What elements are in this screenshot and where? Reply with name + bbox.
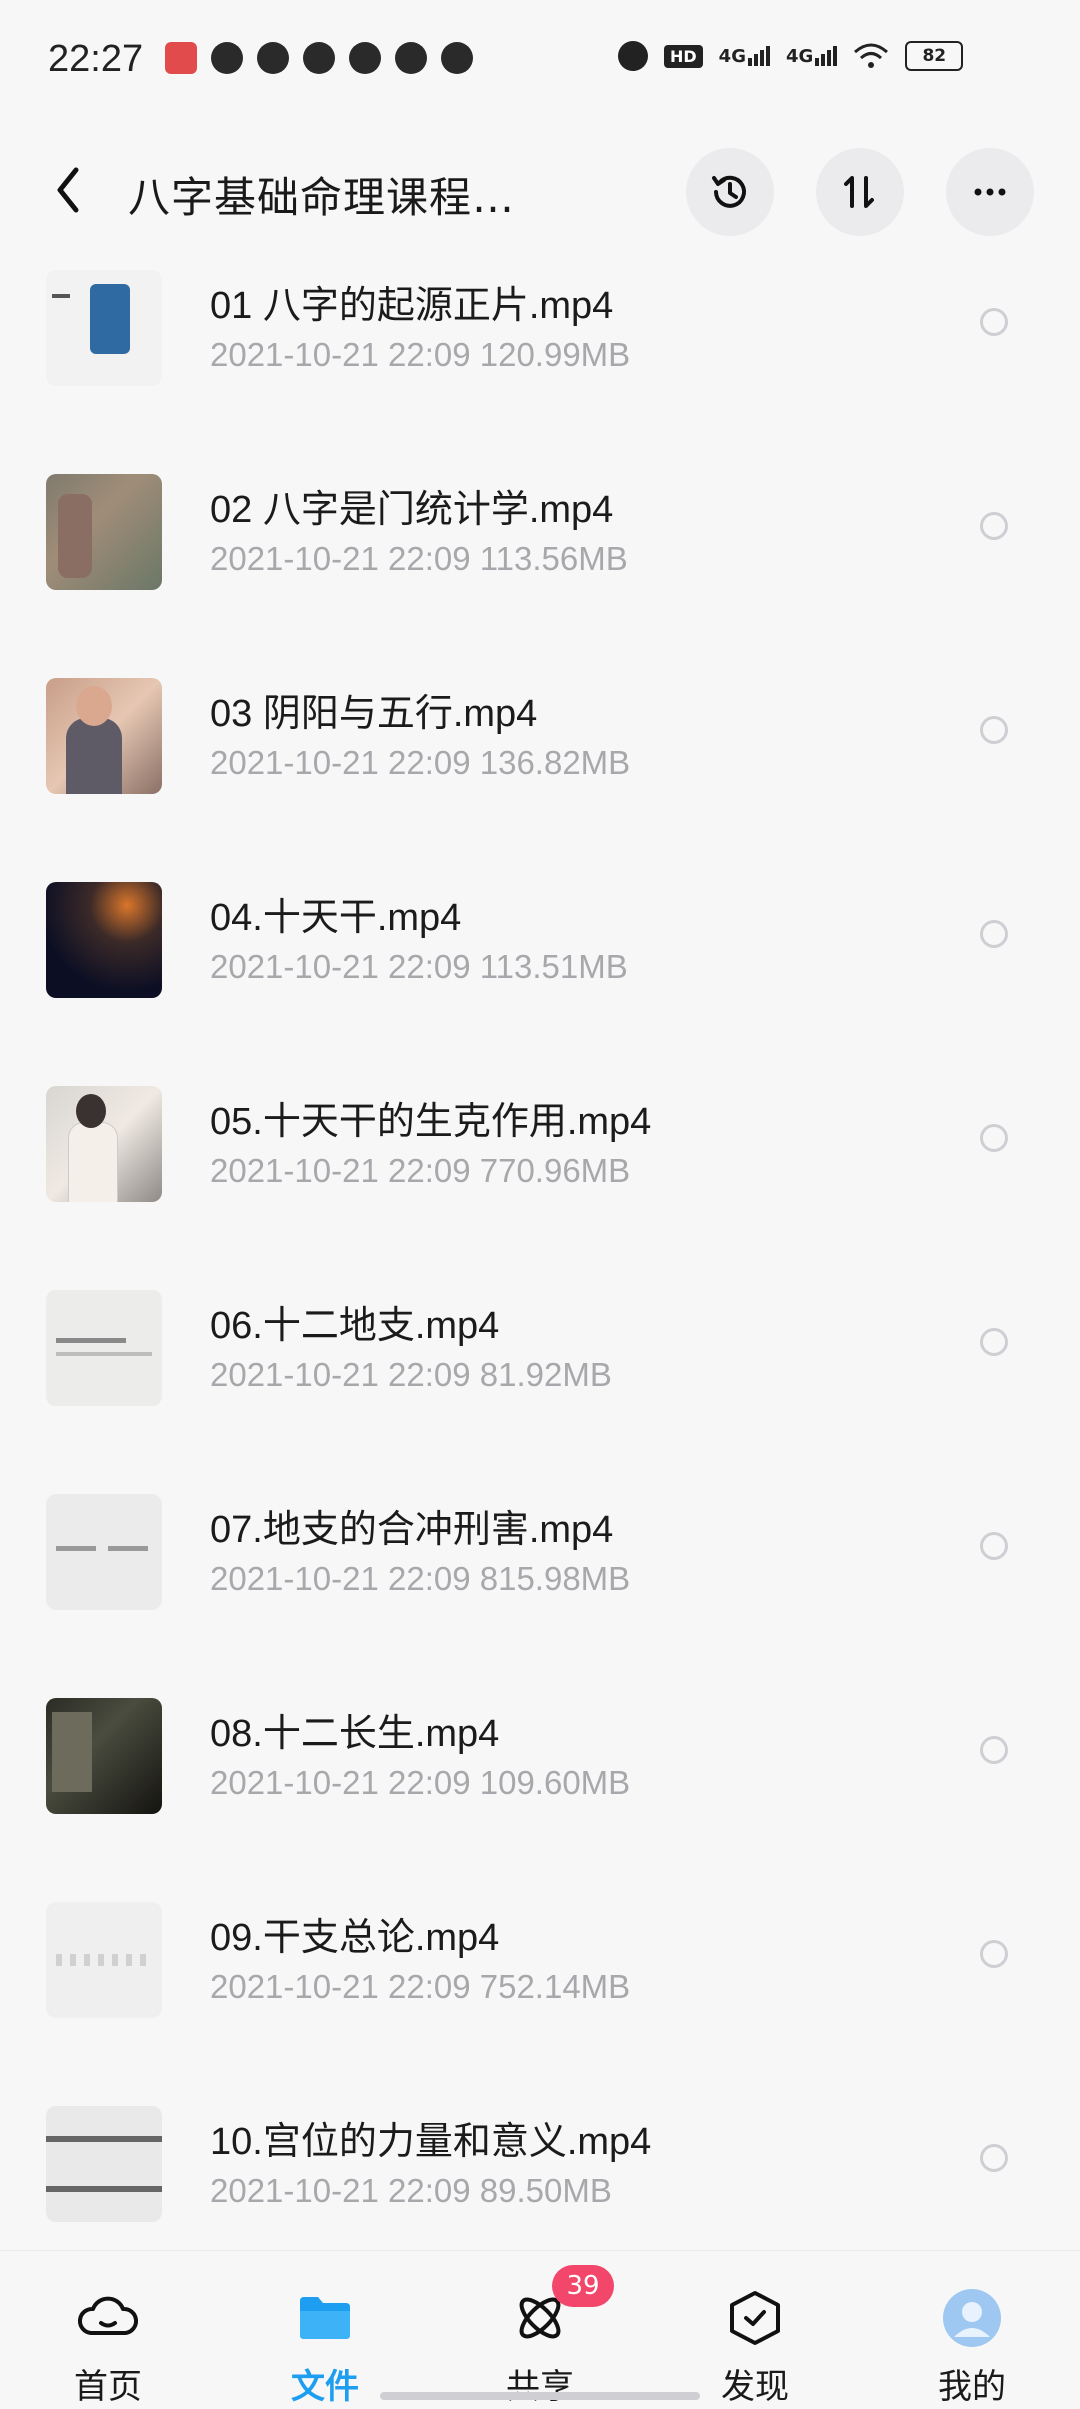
header: 八字基础命理课程… (0, 140, 1080, 240)
video-thumbnail (46, 474, 162, 590)
file-meta: 2021-10-21 22:09 81.92MB (210, 1356, 612, 1393)
file-name: 04.十天干.mp4 (210, 897, 462, 939)
home-indicator[interactable] (380, 2392, 700, 2400)
wifi-icon (853, 40, 889, 72)
nav-home-label: 首页 (74, 2367, 142, 2407)
nav-files[interactable]: 文件 (245, 2251, 405, 2409)
file-name: 05.十天干的生克作用.mp4 (210, 1101, 652, 1143)
file-row[interactable]: 07.地支的合冲刑害.mp4 2021-10-21 22:09 815.98MB (0, 1474, 1080, 1678)
video-thumbnail (46, 1698, 162, 1814)
video-thumbnail (46, 1290, 162, 1406)
file-meta: 2021-10-21 22:09 770.96MB (210, 1152, 631, 1189)
system-icons: HD 4G 4G 82 (618, 40, 964, 72)
cloud-home-icon (78, 2296, 138, 2335)
file-row[interactable]: 01 八字的起源正片.mp4 2021-10-21 22:09 120.99MB (0, 250, 1080, 454)
video-thumbnail (46, 678, 162, 794)
file-meta: 2021-10-21 22:09 113.56MB (210, 540, 628, 577)
signal-icon-1: 4G (719, 40, 770, 72)
chevron-left-icon (57, 167, 79, 213)
more-button[interactable] (946, 148, 1034, 236)
battery-icon: 82 (905, 41, 964, 71)
nav-mine[interactable]: 我的 (892, 2251, 1052, 2409)
file-row[interactable]: 06.十二地支.mp4 2021-10-21 22:09 81.92MB (0, 1270, 1080, 1474)
select-radio[interactable] (980, 1328, 1008, 1356)
file-row[interactable]: 05.十天干的生克作用.mp4 2021-10-21 22:09 770.96M… (0, 1066, 1080, 1270)
chat-notification-icon (303, 42, 335, 74)
select-radio[interactable] (980, 920, 1008, 948)
video-thumbnail (46, 2106, 162, 2222)
file-name: 09.干支总论.mp4 (210, 1917, 500, 1959)
video-thumbnail (46, 882, 162, 998)
file-meta: 2021-10-21 22:09 109.60MB (210, 1764, 631, 1801)
video-thumbnail (46, 270, 162, 386)
select-radio[interactable] (980, 512, 1008, 540)
page-title: 八字基础命理课程… (128, 173, 516, 222)
file-row[interactable]: 08.十二长生.mp4 2021-10-21 22:09 109.60MB (0, 1678, 1080, 1882)
nav-mine-label: 我的 (938, 2367, 1006, 2407)
video-thumbnail (46, 1086, 162, 1202)
video-thumbnail (46, 1902, 162, 2018)
discover-box-icon (730, 2291, 780, 2345)
select-radio[interactable] (980, 2144, 1008, 2172)
app-notification-icon (165, 42, 197, 74)
file-meta: 2021-10-21 22:09 113.51MB (210, 948, 628, 985)
video-notification-icon (211, 42, 243, 74)
file-meta: 2021-10-21 22:09 815.98MB (210, 1560, 631, 1597)
nav-discover-label: 发现 (721, 2367, 789, 2407)
select-radio[interactable] (980, 308, 1008, 336)
signal-icon-2: 4G (786, 40, 838, 72)
share-badge: 39 (552, 2265, 614, 2307)
select-radio[interactable] (980, 716, 1008, 744)
video-thumbnail (46, 1494, 162, 1610)
nav-share[interactable]: 39 共享 (460, 2251, 620, 2409)
notification-icons (165, 42, 473, 74)
folder-icon (300, 2297, 350, 2339)
select-radio[interactable] (980, 1124, 1008, 1152)
sort-button[interactable] (816, 148, 904, 236)
file-name: 10.宫位的力量和意义.mp4 (210, 2121, 652, 2163)
file-row[interactable]: 04.十天干.mp4 2021-10-21 22:09 113.51MB (0, 862, 1080, 1066)
file-row[interactable]: 02 八字是门统计学.mp4 2021-10-21 22:09 113.56MB (0, 454, 1080, 658)
file-name: 01 八字的起源正片.mp4 (210, 285, 614, 327)
file-row[interactable]: 03 阴阳与五行.mp4 2021-10-21 22:09 136.82MB (0, 658, 1080, 862)
cow-notification-icon (395, 42, 427, 74)
alarm-icon (618, 40, 648, 72)
file-name: 07.地支的合冲刑害.mp4 (210, 1509, 614, 1551)
more-dots-icon (974, 188, 1006, 196)
file-meta: 2021-10-21 22:09 120.99MB (210, 336, 631, 373)
sort-icon (844, 176, 874, 208)
file-row[interactable]: 09.干支总论.mp4 2021-10-21 22:09 752.14MB (0, 1882, 1080, 2086)
file-name: 02 八字是门统计学.mp4 (210, 489, 614, 531)
file-name: 06.十二地支.mp4 (210, 1305, 500, 1347)
history-icon (712, 175, 746, 208)
nav-share-label: 共享 (506, 2367, 574, 2407)
bottom-nav: 首页 文件 39 共享 发现 我的 (0, 2250, 1080, 2409)
camera-notification-icon (441, 42, 473, 74)
avatar-icon (943, 2289, 1001, 2347)
file-name: 08.十二长生.mp4 (210, 1713, 500, 1755)
file-meta: 2021-10-21 22:09 89.50MB (210, 2172, 612, 2209)
nav-home[interactable]: 首页 (28, 2251, 188, 2409)
nav-discover[interactable]: 发现 (675, 2251, 835, 2409)
hd-icon: HD (664, 44, 703, 68)
nav-files-label: 文件 (291, 2367, 359, 2407)
file-meta: 2021-10-21 22:09 136.82MB (210, 744, 631, 781)
select-radio[interactable] (980, 1532, 1008, 1560)
select-radio[interactable] (980, 1940, 1008, 1968)
back-button[interactable] (48, 162, 98, 218)
file-name: 03 阴阳与五行.mp4 (210, 693, 538, 735)
status-time: 22:27 (48, 38, 144, 80)
compass-notification-icon (257, 42, 289, 74)
file-meta: 2021-10-21 22:09 752.14MB (210, 1968, 631, 2005)
select-radio[interactable] (980, 1736, 1008, 1764)
history-button[interactable] (686, 148, 774, 236)
status-bar: 22:27 HD 4G 4G 82 (0, 0, 1080, 120)
weibo-notification-icon (349, 42, 381, 74)
